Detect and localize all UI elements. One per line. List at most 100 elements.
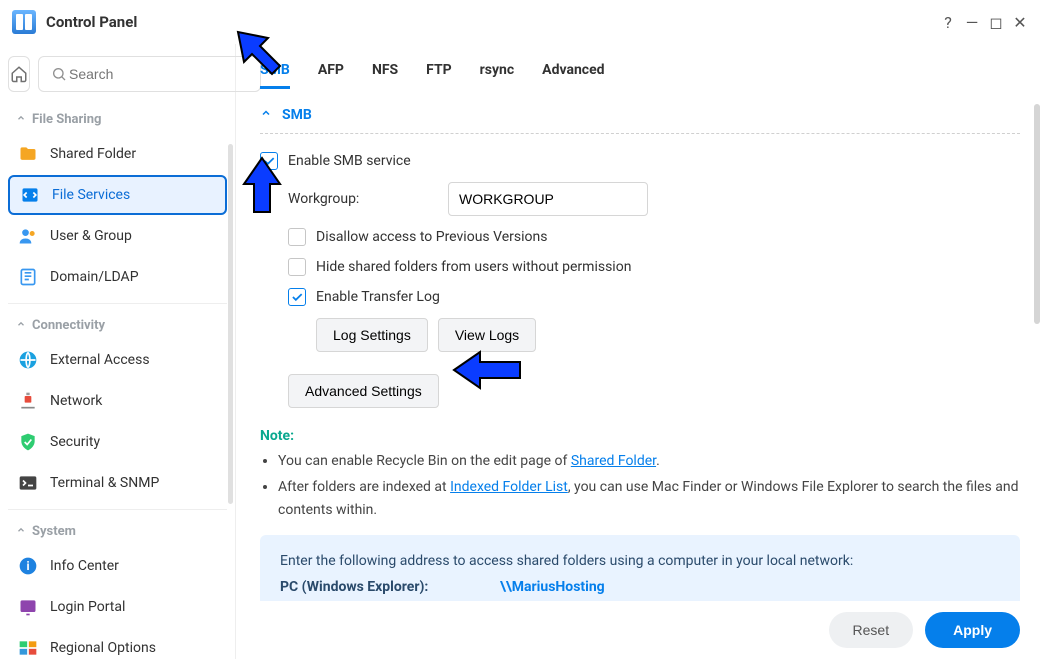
note-list: You can enable Recycle Bin on the edit p… (278, 450, 1020, 521)
tab-bar: SMB AFP NFS FTP rsync Advanced (236, 44, 1044, 101)
content-area: SMB AFP NFS FTP rsync Advanced SMB Enabl… (236, 44, 1044, 659)
maximize-button[interactable]: ◻ (984, 13, 1008, 32)
tab-advanced[interactable]: Advanced (542, 62, 604, 89)
sidebar-item-label: Login Portal (50, 599, 125, 615)
sidebar-item-label: User & Group (50, 228, 132, 244)
advanced-settings-button[interactable]: Advanced Settings (288, 374, 439, 408)
checkbox-icon (288, 288, 306, 306)
info-pc-label: PC (Windows Explorer): (280, 579, 500, 595)
sidebar-item-file-services[interactable]: File Services (8, 175, 227, 215)
search-input[interactable] (69, 66, 250, 82)
checkbox-enable-smb[interactable]: Enable SMB service (260, 146, 1020, 176)
tab-ftp[interactable]: FTP (426, 62, 452, 89)
network-icon (18, 391, 38, 411)
sidebar-item-shared-folder[interactable]: Shared Folder (8, 134, 227, 174)
sidebar-item-security[interactable]: Security (8, 422, 227, 462)
svg-text:i: i (26, 559, 29, 573)
folder-icon (18, 144, 38, 164)
chevron-up-icon (260, 107, 272, 123)
group-file-sharing[interactable]: File Sharing (8, 104, 227, 133)
divider (8, 303, 227, 304)
sidebar-item-regional-options[interactable]: Regional Options (8, 628, 227, 668)
section-header-smb[interactable]: SMB (260, 101, 1020, 134)
workgroup-input[interactable] (448, 182, 648, 216)
note-item: After folders are indexed at Indexed Fol… (278, 476, 1020, 521)
checkbox-label: Enable Transfer Log (316, 289, 440, 305)
sidebar-item-label: Terminal & SNMP (50, 475, 159, 491)
sidebar-item-login-portal[interactable]: Login Portal (8, 587, 227, 627)
chevron-up-icon (16, 524, 26, 539)
globe-icon (18, 350, 38, 370)
checkbox-label: Enable SMB service (288, 153, 411, 169)
checkbox-label: Disallow access to Previous Versions (316, 229, 547, 245)
help-button[interactable]: ? (936, 13, 960, 32)
terminal-icon (18, 473, 38, 493)
checkbox-hide-folders[interactable]: Hide shared folders from users without p… (288, 252, 1020, 282)
checkbox-icon (288, 258, 306, 276)
section-title: SMB (282, 107, 312, 123)
home-icon (9, 64, 29, 84)
sidebar-item-user-group[interactable]: User & Group (8, 216, 227, 256)
close-button[interactable]: ✕ (1008, 13, 1032, 32)
window-title: Control Panel (46, 13, 137, 31)
sidebar-item-domain-ldap[interactable]: Domain/LDAP (8, 257, 227, 297)
checkbox-label: Hide shared folders from users without p… (316, 259, 631, 275)
minimize-button[interactable]: — (960, 13, 984, 32)
sidebar-item-external-access[interactable]: External Access (8, 340, 227, 380)
apply-button[interactable]: Apply (925, 612, 1020, 648)
chevron-up-icon (16, 112, 26, 127)
tab-afp[interactable]: AFP (318, 62, 344, 89)
link-indexed-folder-list[interactable]: Indexed Folder List (450, 479, 568, 495)
sidebar-item-label: External Access (50, 352, 150, 368)
group-label-text: System (32, 524, 76, 539)
search-icon (49, 64, 69, 84)
sidebar: File Sharing Shared Folder File Services… (0, 44, 236, 659)
sidebar-item-label: Domain/LDAP (50, 269, 139, 285)
sidebar-item-label: Regional Options (50, 640, 156, 656)
footer-bar: Reset Apply (236, 601, 1044, 659)
sidebar-item-label: Info Center (50, 558, 119, 574)
sidebar-scrollbar[interactable] (228, 144, 233, 504)
note-item: You can enable Recycle Bin on the edit p… (278, 450, 1020, 472)
info-pc-value[interactable]: \\MariusHosting (500, 579, 605, 595)
log-settings-button[interactable]: Log Settings (316, 318, 428, 352)
group-system[interactable]: System (8, 516, 227, 545)
checkbox-icon (260, 152, 278, 170)
view-logs-button[interactable]: View Logs (438, 318, 536, 352)
checkbox-transfer-log[interactable]: Enable Transfer Log (288, 282, 1020, 312)
sidebar-item-label: Network (50, 393, 102, 409)
checkbox-disallow-previous[interactable]: Disallow access to Previous Versions (288, 222, 1020, 252)
titlebar: Control Panel ? — ◻ ✕ (0, 0, 1044, 44)
info-intro: Enter the following address to access sh… (280, 553, 1000, 569)
app-icon (12, 10, 36, 34)
login-portal-icon (18, 597, 38, 617)
note-heading: Note: (260, 428, 1020, 444)
home-button[interactable] (8, 56, 30, 92)
sidebar-item-label: Security (50, 434, 100, 450)
workgroup-label: Workgroup: (288, 191, 448, 207)
link-shared-folder[interactable]: Shared Folder (571, 453, 656, 469)
group-connectivity[interactable]: Connectivity (8, 310, 227, 339)
domain-icon (18, 267, 38, 287)
group-label-text: File Sharing (32, 112, 101, 127)
sidebar-item-label: File Services (52, 187, 130, 203)
sidebar-item-label: Shared Folder (50, 146, 136, 162)
content-scrollbar[interactable] (1034, 104, 1040, 324)
regional-icon (18, 638, 38, 658)
file-services-icon (20, 185, 40, 205)
info-icon: i (18, 556, 38, 576)
tab-rsync[interactable]: rsync (480, 62, 515, 89)
search-box[interactable] (38, 56, 261, 92)
users-icon (18, 226, 38, 246)
chevron-up-icon (16, 318, 26, 333)
sidebar-item-network[interactable]: Network (8, 381, 227, 421)
sidebar-item-info-center[interactable]: i Info Center (8, 546, 227, 586)
divider (8, 509, 227, 510)
tab-smb[interactable]: SMB (260, 62, 290, 89)
reset-button[interactable]: Reset (829, 612, 914, 648)
shield-icon (18, 432, 38, 452)
scroll-region[interactable]: SMB Enable SMB service Workgroup: Disall… (236, 101, 1044, 659)
group-label-text: Connectivity (32, 318, 105, 333)
sidebar-item-terminal-snmp[interactable]: Terminal & SNMP (8, 463, 227, 503)
tab-nfs[interactable]: NFS (372, 62, 398, 89)
